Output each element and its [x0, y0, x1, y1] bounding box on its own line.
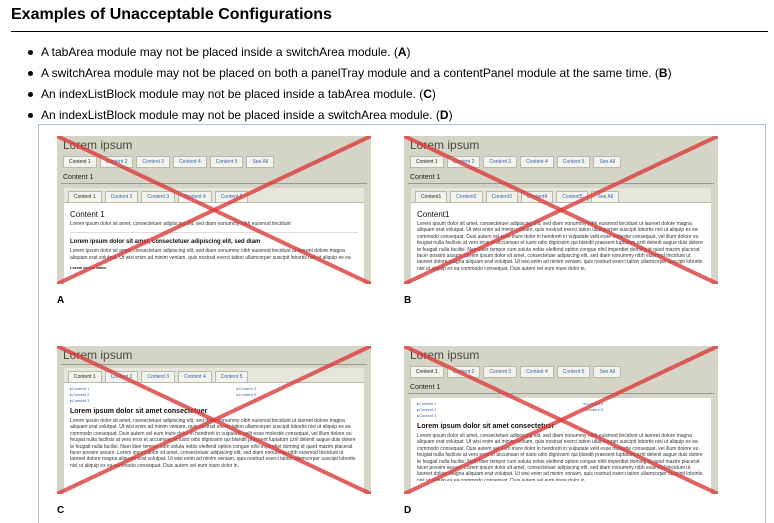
- rule-item: An indexListBlock module may not be plac…: [28, 105, 672, 126]
- rule-item: A tabArea module may not be placed insid…: [28, 42, 672, 63]
- figure-label: D: [404, 505, 412, 516]
- rule-text: A switchArea module may not be placed on…: [41, 66, 659, 80]
- rules-list: A tabArea module may not be placed insid…: [28, 42, 672, 126]
- rule-text-end: ): [667, 66, 672, 80]
- rule-tag: A: [397, 45, 407, 59]
- example-a-screenshot: Lorem ipsum Content 1 Content 2 Content …: [57, 136, 371, 284]
- cross-out-icon: [404, 346, 718, 494]
- figure-label: B: [404, 295, 412, 306]
- rule-text-end: ): [431, 87, 436, 101]
- rule-text: An indexListBlock module may not be plac…: [41, 108, 440, 122]
- rule-tag: C: [423, 87, 432, 101]
- rule-item: A switchArea module may not be placed on…: [28, 63, 672, 84]
- rule-tag: B: [658, 66, 668, 80]
- rule-text-end: ): [406, 45, 411, 59]
- example-b-screenshot: Lorem ipsum Content 1 Content 2 Content …: [404, 136, 718, 284]
- rule-text: An indexListBlock module may not be plac…: [41, 87, 424, 101]
- example-d-screenshot: Lorem ipsum Content 1 Content 2 Content …: [404, 346, 718, 494]
- page-heading: Examples of Unacceptable Configurations: [11, 6, 332, 23]
- figure-label: A: [57, 295, 65, 306]
- cross-out-icon: [57, 346, 371, 494]
- rule-tag: D: [439, 108, 449, 122]
- rule-text-end: ): [448, 108, 453, 122]
- rule-text: A tabArea module may not be placed insid…: [41, 45, 398, 59]
- figure-label: C: [57, 505, 65, 516]
- heading-rule: [11, 31, 768, 32]
- rule-item: An indexListBlock module may not be plac…: [28, 84, 672, 105]
- cross-out-icon: [57, 136, 371, 284]
- cross-out-icon: [404, 136, 718, 284]
- example-c-screenshot: Lorem ipsum Content 1 Content 2 Content …: [57, 346, 371, 494]
